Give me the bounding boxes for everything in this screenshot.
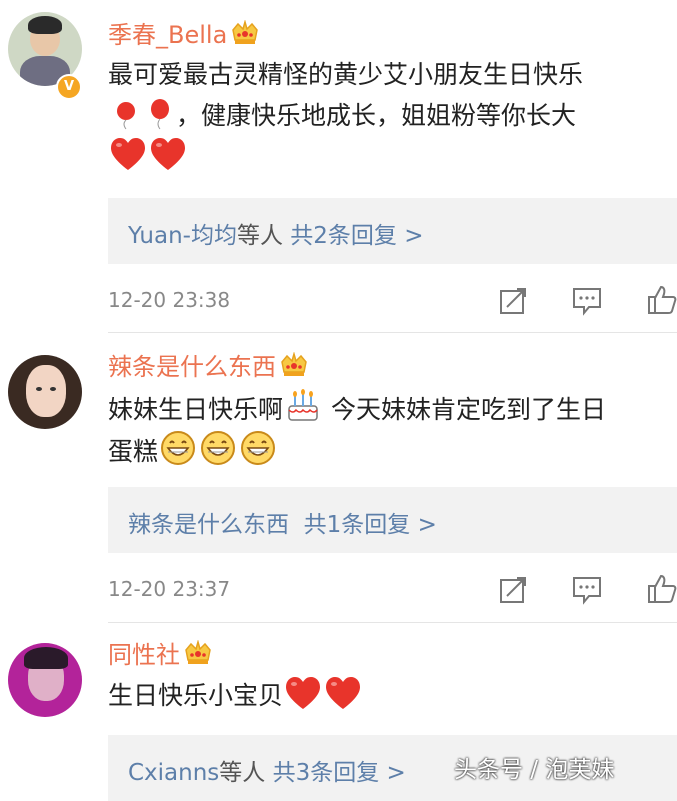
username[interactable]: 同性社 — [108, 635, 212, 670]
comment-text: 妹妹生日快乐啊 今天妹妹肯定吃到了生日 蛋糕 — [108, 388, 677, 472]
username[interactable]: 季春_Bella — [108, 15, 259, 50]
comment-text-line: 今天妹妹肯定吃到了生日 — [323, 395, 606, 424]
comment-text: 最可爱最古灵精怪的黄少艾小朋友生日快乐 ，健康快乐地成长，姐姐粉等你长大 — [108, 54, 677, 177]
vip-crown-icon — [281, 353, 307, 377]
divider — [108, 622, 677, 623]
heart-emoji-icon — [111, 138, 145, 170]
comment-text-line: 生日快乐小宝贝 — [108, 681, 284, 710]
comment-time: 12-20 23:38 — [108, 288, 231, 312]
divider — [108, 332, 677, 333]
reply-user-link[interactable]: Yuan-均均 — [128, 223, 237, 249]
comment-text-line: 妹妹生日快乐啊 — [108, 395, 284, 424]
reply-count-link[interactable]: 共1条回复 > — [304, 512, 437, 538]
verified-badge-icon: V — [56, 74, 82, 100]
heart-emoji-icon — [151, 138, 185, 170]
reply-count-link[interactable]: 共3条回复 > — [273, 760, 406, 786]
share-icon[interactable] — [498, 286, 528, 316]
comment-time: 12-20 23:37 — [108, 577, 231, 601]
like-icon[interactable] — [646, 284, 677, 316]
reply-others-label: 等人 — [236, 223, 283, 249]
balloon-emoji-icon — [117, 102, 135, 130]
balloon-emoji-icon — [151, 99, 169, 130]
comment-icon[interactable] — [572, 575, 602, 605]
comment-text-line: 最可爱最古灵精怪的黄少艾小朋友生日快乐 — [108, 60, 584, 89]
reply-preview[interactable]: 辣条是什么东西 共1条回复 > — [108, 487, 677, 553]
grin-emoji-icon — [201, 431, 236, 465]
avatar[interactable] — [8, 355, 82, 429]
comment-text: 生日快乐小宝贝 — [108, 675, 677, 716]
reply-others-label: 等人 — [219, 760, 266, 786]
reply-count-link[interactable]: 共2条回复 > — [290, 223, 423, 249]
reply-user-link[interactable]: Cxianns — [128, 760, 219, 786]
avatar[interactable] — [8, 643, 82, 717]
like-icon[interactable] — [646, 573, 677, 605]
username[interactable]: 辣条是什么东西 — [108, 347, 308, 382]
vip-crown-icon — [232, 21, 259, 45]
grin-emoji-icon — [241, 431, 276, 465]
vip-crown-icon — [185, 641, 211, 665]
comment-text-line: 蛋糕 — [108, 437, 159, 466]
grin-emoji-icon — [161, 431, 196, 465]
comment-icon[interactable] — [572, 286, 602, 316]
cake-emoji-icon — [288, 388, 318, 421]
share-icon[interactable] — [498, 575, 528, 605]
reply-user-link[interactable]: 辣条是什么东西 — [128, 512, 289, 538]
watermark: 头条号 / 泡芙妹 — [454, 757, 615, 783]
heart-emoji-icon — [326, 677, 361, 709]
heart-emoji-icon — [286, 677, 321, 709]
reply-preview[interactable]: Yuan-均均等人 共2条回复 > — [108, 198, 677, 264]
comment-text-line: ，健康快乐地成长，姐姐粉等你长大 — [176, 101, 577, 130]
